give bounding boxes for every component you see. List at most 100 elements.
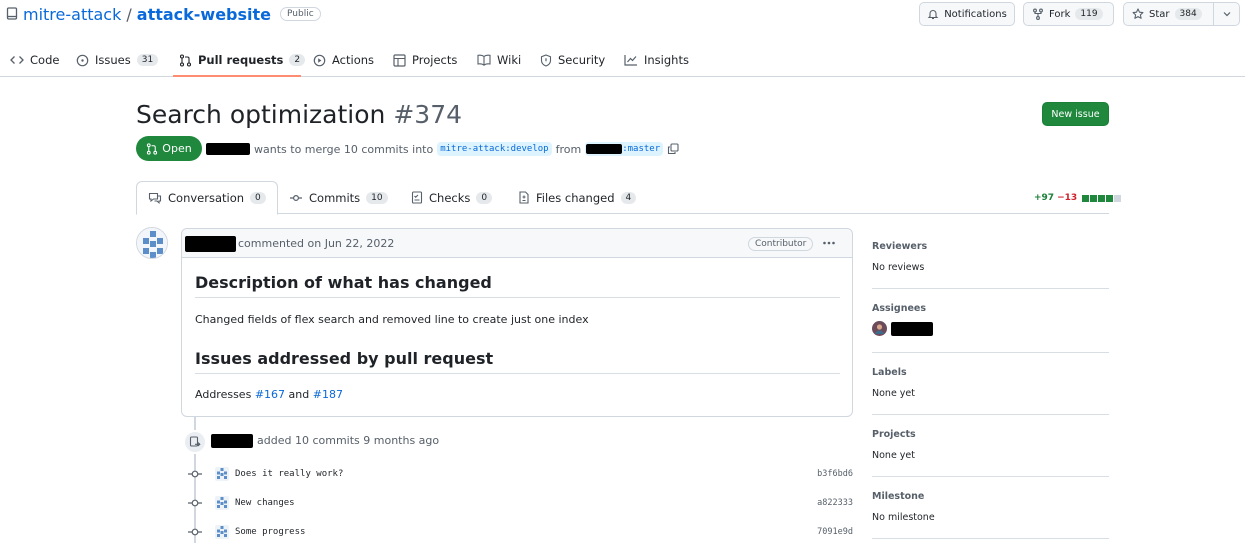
comment-box: commented on Jun 22, 2022 Contributor De… (181, 228, 853, 417)
shield-icon (540, 53, 552, 67)
addresses-label: Addresses (195, 388, 252, 401)
issue-link-187[interactable]: #187 (313, 388, 343, 401)
play-icon (313, 54, 326, 67)
sidebar-reviewers-value: No reviews (872, 262, 925, 273)
nav-projects[interactable]: Projects (393, 44, 457, 76)
sidebar-milestone-value: No milestone (872, 512, 935, 523)
avatar[interactable] (136, 227, 168, 259)
pull-request-icon (179, 53, 192, 67)
pr-number: #374 (393, 100, 463, 129)
tab-conversation-label: Conversation (168, 191, 245, 205)
nav-selected-underline (173, 75, 301, 77)
state-label: Open (162, 142, 192, 155)
tab-commits-count: 10 (366, 191, 388, 204)
table-icon (393, 53, 406, 67)
state-badge: Open (136, 136, 202, 161)
nav-code[interactable]: Code (10, 44, 59, 76)
avatar[interactable] (215, 467, 229, 481)
nav-insights-label: Insights (644, 53, 689, 67)
page-title: Search optimization #374 (136, 100, 462, 129)
star-list-dropdown[interactable] (1213, 2, 1240, 26)
assignee-row (872, 321, 1109, 336)
commits-added-line: added 10 commits 9 months ago (211, 433, 439, 448)
description-text: Changed fields of flex search and remove… (195, 313, 589, 326)
star-icon (1132, 8, 1144, 20)
nav-actions[interactable]: Actions (313, 44, 374, 76)
merge-text: wants to merge 10 commits into (254, 142, 434, 156)
star-label: Star (1149, 8, 1170, 20)
avatar[interactable] (215, 525, 229, 539)
sidebar-projects[interactable]: Projects None yet (872, 429, 1109, 477)
repo-name-link[interactable]: attack-website (137, 5, 271, 24)
commit-sha[interactable]: 7091e9d (817, 527, 853, 537)
pr-title-text: Search optimization (136, 100, 386, 129)
repo-owner-link[interactable]: mitre-attack (23, 5, 121, 24)
code-icon (10, 54, 24, 66)
nav-security-label: Security (558, 53, 606, 67)
base-branch[interactable]: mitre-attack:develop (437, 142, 552, 156)
commit-message[interactable]: New changes (235, 498, 295, 508)
nav-security[interactable]: Security (540, 44, 605, 76)
tab-commits[interactable]: Commits 10 (289, 181, 388, 214)
comment-icon (148, 192, 162, 204)
nav-actions-label: Actions (332, 53, 375, 67)
pull-request-icon (146, 142, 158, 155)
fork-button[interactable]: Fork 119 (1023, 2, 1114, 26)
nav-insights[interactable]: Insights (624, 44, 689, 76)
comment-header: commented on Jun 22, 2022 Contributor (182, 229, 852, 258)
tab-checks[interactable]: Checks 0 (411, 181, 493, 214)
addresses-line: Addresses #167 and #187 (195, 388, 343, 401)
tab-checks-label: Checks (429, 190, 471, 205)
issue-link-167[interactable]: #167 (255, 388, 285, 401)
sidebar-milestone[interactable]: Milestone No milestone (872, 491, 1109, 539)
from-text: from (555, 142, 582, 156)
comment-header-text[interactable]: commented on Jun 22, 2022 (238, 237, 394, 250)
nav-pull-requests[interactable]: Pull requests 2 (179, 44, 306, 76)
tab-files-changed[interactable]: Files changed 4 (518, 181, 637, 214)
nav-issues[interactable]: Issues 31 (76, 44, 159, 76)
visibility-badge: Public (280, 7, 321, 21)
repo-title: mitre-attack / attack-website Public (6, 4, 321, 24)
commits-added-text: added 10 commits 9 months ago (257, 434, 440, 447)
sidebar-labels-heading: Labels (872, 367, 907, 378)
avatar[interactable] (872, 321, 887, 336)
issue-icon (76, 54, 89, 67)
list-item[interactable]: New changes a822333 (187, 494, 853, 512)
redacted-head-owner (586, 144, 623, 154)
head-branch[interactable]: :master (585, 142, 664, 156)
star-button[interactable]: Star 384 (1123, 2, 1214, 26)
diffstat-box (1082, 194, 1090, 202)
redacted-assignee (891, 321, 933, 336)
diff-additions: +97 (1034, 193, 1055, 203)
sidebar-projects-heading: Projects (872, 429, 916, 440)
list-item[interactable]: Does it really work? b3f6bd6 (187, 465, 853, 483)
timeline-badge (183, 430, 207, 454)
sidebar-labels[interactable]: Labels None yet (872, 367, 1109, 415)
kebab-icon[interactable] (822, 238, 836, 248)
nav-issues-count: 31 (136, 54, 159, 66)
tab-conversation[interactable]: Conversation 0 (136, 181, 278, 215)
avatar[interactable] (215, 496, 229, 510)
sidebar-assignees-heading: Assignees (872, 303, 927, 314)
file-diff-icon (518, 191, 530, 204)
copy-icon[interactable] (667, 143, 679, 155)
heading-divider (195, 297, 840, 298)
commit-message[interactable]: Some progress (235, 527, 305, 537)
notifications-button[interactable]: Notifications (919, 2, 1015, 26)
diffstat-box (1114, 194, 1122, 202)
commit-icon (187, 527, 203, 537)
tab-files-changed-label: Files changed (536, 190, 615, 205)
list-item[interactable]: Some progress 7091e9d (187, 523, 853, 541)
nav-projects-label: Projects (412, 53, 458, 67)
new-issue-button[interactable]: New issue (1042, 102, 1109, 126)
diffstat-box (1106, 194, 1114, 202)
sidebar-milestone-heading: Milestone (872, 491, 925, 502)
commit-sha[interactable]: b3f6bd6 (817, 469, 853, 479)
nav-pull-requests-label: Pull requests (198, 53, 284, 67)
sidebar-reviewers[interactable]: Reviewers No reviews (872, 241, 1109, 289)
nav-wiki[interactable]: Wiki (477, 44, 521, 76)
fork-label: Fork (1049, 8, 1071, 20)
commit-message[interactable]: Does it really work? (235, 469, 343, 479)
commit-sha[interactable]: a822333 (817, 498, 853, 508)
sidebar-assignees[interactable]: Assignees (872, 303, 1109, 353)
